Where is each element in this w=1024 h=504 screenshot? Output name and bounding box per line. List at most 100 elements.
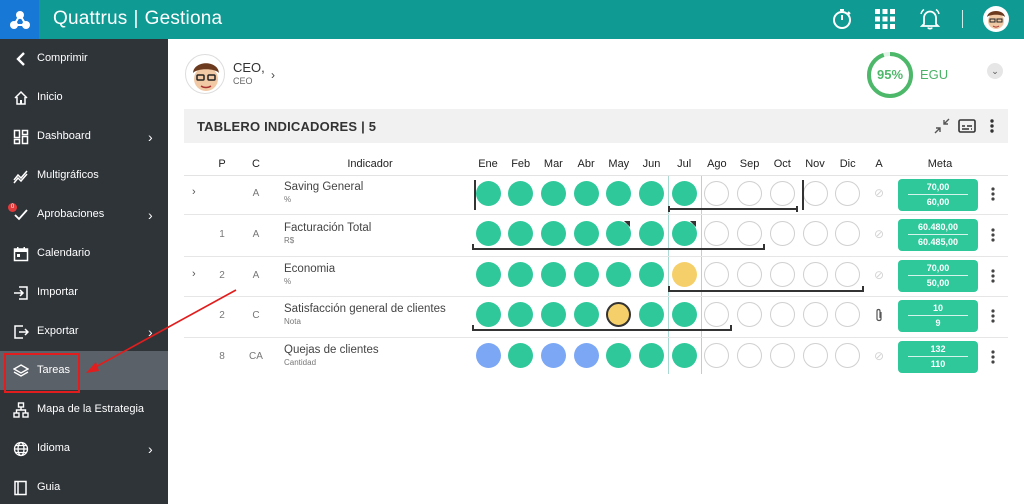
- meta-badge[interactable]: 70,00 60,00: [898, 179, 978, 211]
- status-dot[interactable]: [769, 262, 795, 287]
- status-dot[interactable]: [802, 262, 828, 287]
- status-dot[interactable]: [639, 181, 664, 206]
- status-dot[interactable]: [540, 181, 566, 206]
- status-dot[interactable]: [573, 221, 599, 246]
- stopwatch-icon[interactable]: [829, 6, 855, 32]
- sidebar-item-importar[interactable]: Importar: [0, 273, 168, 312]
- column-header-c: C: [252, 158, 260, 170]
- sidebar-item-label: Guia: [37, 481, 61, 493]
- status-dot[interactable]: [737, 221, 763, 246]
- indicator-name[interactable]: Saving General: [284, 181, 363, 193]
- column-header-month: May: [608, 158, 630, 170]
- status-dot[interactable]: [639, 221, 664, 246]
- paperclip-icon[interactable]: ⊘: [874, 227, 884, 241]
- status-dot[interactable]: [540, 302, 566, 327]
- status-dot[interactable]: [475, 302, 501, 327]
- status-dot[interactable]: [573, 343, 599, 368]
- status-dot[interactable]: [737, 181, 763, 206]
- row-menu-icon[interactable]: [988, 268, 998, 284]
- sidebar-item-idioma[interactable]: Idioma ›: [0, 429, 168, 468]
- meta-badge[interactable]: 10 9: [898, 300, 978, 332]
- status-dot[interactable]: [769, 343, 795, 368]
- status-dot[interactable]: [671, 181, 697, 206]
- indicator-name[interactable]: Economia: [284, 263, 335, 275]
- meta-target: 60.480,00: [917, 222, 959, 232]
- indicator-name[interactable]: Quejas de clientes: [284, 344, 379, 356]
- sidebar-item-calendario[interactable]: Calendario: [0, 234, 168, 273]
- status-dot[interactable]: [737, 343, 763, 368]
- compress-icon[interactable]: [933, 117, 951, 135]
- status-dot[interactable]: [639, 302, 664, 327]
- profile-avatar[interactable]: [185, 54, 225, 94]
- chevron-down-icon[interactable]: ⌄: [987, 63, 1003, 79]
- status-dot[interactable]: [475, 262, 501, 287]
- sidebar-item-comprimir[interactable]: Comprimir: [0, 39, 168, 78]
- chevron-right-icon[interactable]: ›: [271, 68, 275, 82]
- status-dot[interactable]: [671, 343, 697, 368]
- status-dot[interactable]: [639, 262, 664, 287]
- status-dot[interactable]: [737, 262, 763, 287]
- more-vertical-icon[interactable]: [983, 117, 1001, 135]
- bell-icon[interactable]: [917, 6, 943, 32]
- column-header-month: Ago: [707, 158, 727, 170]
- expand-row-icon[interactable]: ›: [192, 186, 196, 198]
- row-menu-icon[interactable]: [988, 308, 998, 324]
- status-dot[interactable]: [671, 262, 697, 287]
- row-menu-icon[interactable]: [988, 227, 998, 243]
- cell-c: C: [252, 310, 260, 321]
- meta-badge[interactable]: 132 110: [898, 341, 978, 373]
- paperclip-icon[interactable]: ⊘: [874, 186, 884, 200]
- cell-marker: [624, 221, 630, 227]
- chevron-right-icon: ›: [148, 441, 153, 457]
- panel-title: TABLERO INDICADORES | 5: [197, 119, 377, 134]
- indicator-unit: Nota: [284, 317, 301, 326]
- status-dot[interactable]: [671, 302, 697, 327]
- meta-badge[interactable]: 60.480,00 60.485,00: [898, 219, 978, 251]
- meta-divider: [908, 275, 968, 276]
- status-dot[interactable]: [802, 221, 828, 246]
- sidebar-item-guia[interactable]: Guia: [0, 468, 168, 504]
- sidebar-item-exportar[interactable]: Exportar ›: [0, 312, 168, 351]
- sidebar-item-inicio[interactable]: Inicio: [0, 78, 168, 117]
- status-dot[interactable]: [540, 262, 566, 287]
- subtitles-icon[interactable]: [958, 117, 976, 135]
- indicator-name[interactable]: Satisfacción general de clientes: [284, 303, 446, 315]
- quattrus-logo-icon[interactable]: [0, 0, 39, 39]
- status-dot[interactable]: [737, 302, 763, 327]
- status-dot[interactable]: [573, 302, 599, 327]
- status-dot[interactable]: [475, 181, 501, 206]
- user-avatar[interactable]: [983, 6, 1009, 32]
- status-dot[interactable]: [769, 221, 795, 246]
- status-dot[interactable]: [802, 302, 828, 327]
- status-dot[interactable]: [573, 262, 599, 287]
- status-dot[interactable]: [769, 302, 795, 327]
- sidebar-item-aprobaciones[interactable]: 0 Aprobaciones ›: [0, 195, 168, 234]
- sidebar-item-mapa-estrategia[interactable]: Mapa de la Estrategia: [0, 390, 168, 429]
- dashboard-icon: [12, 128, 30, 146]
- status-dot[interactable]: [475, 343, 501, 368]
- status-dot[interactable]: [769, 181, 795, 206]
- status-dot[interactable]: [802, 343, 828, 368]
- export-icon: [12, 323, 30, 341]
- expand-row-icon[interactable]: ›: [192, 268, 196, 280]
- paperclip-icon[interactable]: ⊘: [874, 268, 884, 282]
- sidebar-item-multigraficos[interactable]: Multigráficos: [0, 156, 168, 195]
- meta-badge[interactable]: 70,00 50,00: [898, 260, 978, 292]
- status-dot[interactable]: [573, 181, 599, 206]
- status-dot[interactable]: [540, 221, 566, 246]
- profile-name[interactable]: CEO,: [233, 60, 265, 75]
- indicator-name[interactable]: Facturación Total: [284, 222, 371, 234]
- status-dot[interactable]: [639, 343, 664, 368]
- paperclip-icon[interactable]: ⊘: [874, 349, 884, 363]
- row-menu-icon[interactable]: [988, 186, 998, 202]
- paperclip-icon[interactable]: [874, 308, 884, 327]
- row-menu-icon[interactable]: [988, 349, 998, 365]
- sidebar-item-dashboard[interactable]: Dashboard ›: [0, 117, 168, 156]
- status-dot[interactable]: [802, 181, 828, 206]
- trend-icon: [12, 167, 30, 185]
- meta-actual: 60.485,00: [917, 237, 959, 247]
- status-dot[interactable]: [475, 221, 501, 246]
- apps-grid-icon[interactable]: [872, 6, 898, 32]
- notification-badge: 0: [8, 203, 17, 212]
- status-dot[interactable]: [540, 343, 566, 368]
